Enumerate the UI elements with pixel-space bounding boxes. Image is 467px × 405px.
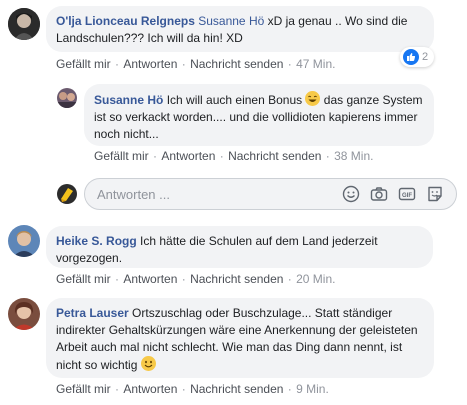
reply-author[interactable]: Susanne Hö <box>94 93 163 107</box>
timestamp[interactable]: 47 Min. <box>296 57 335 71</box>
reply-composer: GIF <box>84 178 457 210</box>
message-link[interactable]: Nachricht senden <box>190 57 283 71</box>
message-link[interactable]: Nachricht senden <box>228 149 321 163</box>
camera-icon[interactable] <box>368 183 390 205</box>
reply-link[interactable]: Antworten <box>123 272 177 286</box>
like-reaction-icon <box>403 49 419 65</box>
like-link[interactable]: Gefällt mir <box>56 57 111 71</box>
reaction-count-label: 2 <box>422 51 429 63</box>
avatar[interactable] <box>8 225 40 257</box>
like-link[interactable]: Gefällt mir <box>56 272 111 286</box>
timestamp[interactable]: 9 Min. <box>296 382 329 396</box>
svg-text:GIF: GIF <box>402 193 412 199</box>
avatar[interactable] <box>8 8 40 40</box>
grinning-emoji-icon <box>305 91 321 106</box>
reply-bubble: Susanne Hö Ich will auch einen Bonus das… <box>84 84 434 146</box>
reply-link[interactable]: Antworten <box>161 149 215 163</box>
like-link[interactable]: Gefällt mir <box>56 382 111 396</box>
comment-actions: Gefällt mir · Antworten · Nachricht send… <box>56 382 329 396</box>
smiling-emoji-icon <box>140 356 156 371</box>
comment-author[interactable]: Petra Lauser <box>56 306 129 320</box>
comment-actions: Gefällt mir · Antworten · Nachricht send… <box>56 57 336 71</box>
timestamp[interactable]: 38 Min. <box>334 149 373 163</box>
avatar[interactable] <box>57 88 77 108</box>
reply-link[interactable]: Antworten <box>123 57 177 71</box>
comment-bubble: Heike S. Rogg Ich hätte die Schulen auf … <box>46 226 433 268</box>
comment-author[interactable]: Heike S. Rogg <box>56 234 137 248</box>
reply-input[interactable] <box>85 186 340 202</box>
comment-bubble: Petra Lauser Ortszuschlag oder Buschzula… <box>46 298 434 378</box>
own-avatar <box>57 184 77 204</box>
comment-author[interactable]: O'lja Lionceau Relgneps <box>56 14 195 28</box>
like-link[interactable]: Gefällt mir <box>94 149 149 163</box>
gif-icon[interactable]: GIF <box>396 183 418 205</box>
emoji-icon[interactable] <box>340 183 362 205</box>
avatar[interactable] <box>8 298 40 330</box>
reply-actions: Gefällt mir · Antworten · Nachricht send… <box>94 149 374 163</box>
reply-text: Ich will auch einen Bonus <box>166 93 303 107</box>
comment-bubble: O'lja Lionceau Relgneps Susanne Hö xD ja… <box>46 6 434 52</box>
message-link[interactable]: Nachricht senden <box>190 272 283 286</box>
timestamp[interactable]: 20 Min. <box>296 272 335 286</box>
sticker-icon[interactable] <box>424 183 446 205</box>
reply-link[interactable]: Antworten <box>123 382 177 396</box>
mention-link[interactable]: Susanne Hö <box>198 14 264 28</box>
reaction-count[interactable]: 2 <box>400 47 435 67</box>
message-link[interactable]: Nachricht senden <box>190 382 283 396</box>
comment-actions: Gefällt mir · Antworten · Nachricht send… <box>56 272 336 286</box>
